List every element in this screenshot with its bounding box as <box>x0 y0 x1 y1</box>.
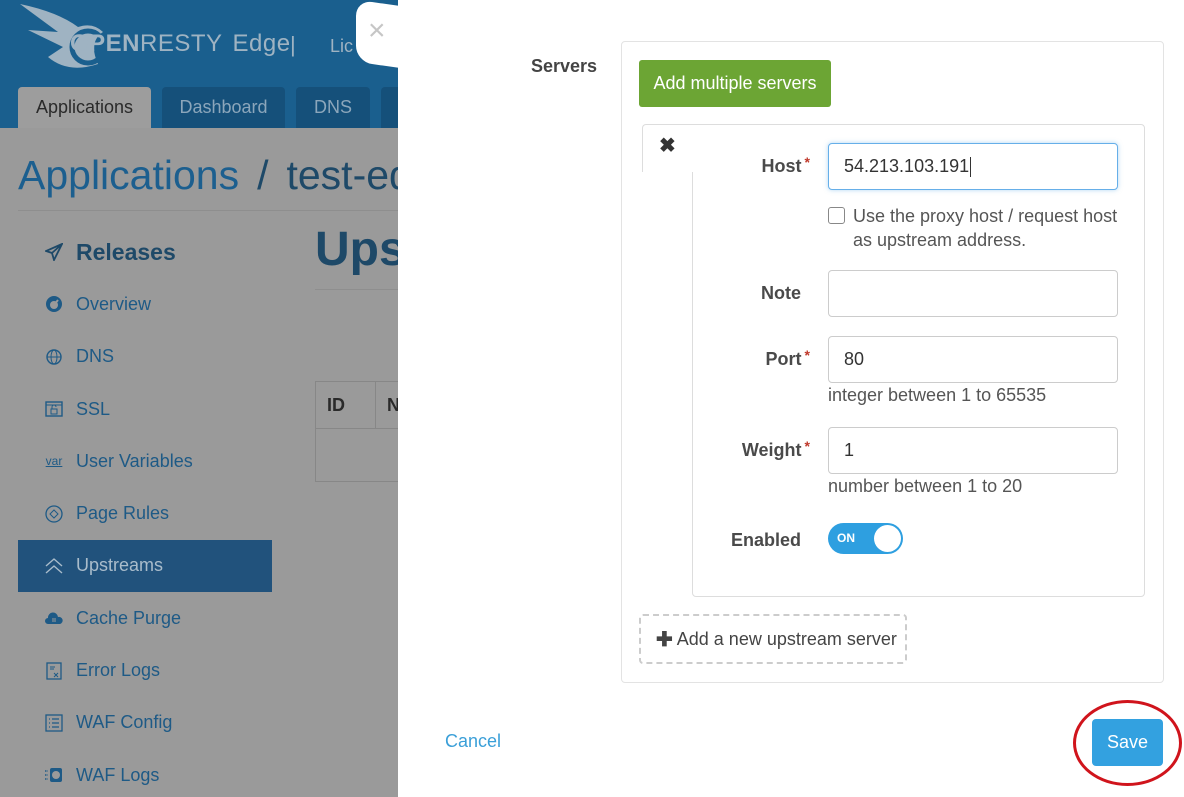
note-input[interactable] <box>828 270 1118 317</box>
enabled-label: Enabled <box>730 530 801 550</box>
sidebar-item-label: Upstreams <box>76 555 164 576</box>
divider <box>18 210 398 211</box>
host-input[interactable]: 54.213.103.191 <box>828 143 1118 190</box>
sidebar-item-waf-logs[interactable]: WAF Logs <box>18 749 272 797</box>
list-icon <box>44 713 64 733</box>
sidebar: Releases Overview DNS SSL var User Varia… <box>18 226 272 797</box>
divider <box>315 289 405 290</box>
plus-icon: ✚ <box>656 628 673 651</box>
remove-server-icon[interactable]: ✖ <box>659 136 676 156</box>
sidebar-item-label: DNS <box>76 346 115 367</box>
sidebar-item-waf-config[interactable]: WAF Config <box>18 697 272 749</box>
brand-name: OPENRESTY Edge <box>70 30 291 58</box>
port-help-text: integer between 1 to 65535 <box>828 385 1047 405</box>
weight-input-value: 1 <box>844 440 855 460</box>
host-label-text: Host <box>761 156 802 176</box>
brand-resty: RESTY <box>140 30 223 57</box>
waf-logs-icon <box>44 765 64 785</box>
upstreams-icon <box>44 556 64 576</box>
header-separator: | <box>290 32 296 57</box>
sidebar-item-ssl[interactable]: SSL <box>18 383 272 435</box>
cloud-icon <box>44 608 64 628</box>
tab-applications[interactable]: Applications <box>18 87 151 128</box>
add-multiple-servers-button[interactable]: Add multiple servers <box>639 60 831 107</box>
sidebar-item-label: Error Logs <box>76 660 161 681</box>
cancel-button[interactable]: Cancel <box>445 731 501 752</box>
enabled-toggle[interactable]: ON <box>828 523 903 554</box>
weight-label: Weight * <box>720 438 810 461</box>
port-input-value: 80 <box>844 349 865 369</box>
column-header-name[interactable]: N <box>376 382 400 428</box>
tab-dns[interactable]: DNS <box>296 87 370 128</box>
sidebar-item-label: Cache Purge <box>76 607 182 628</box>
column-header-id[interactable]: ID <box>316 382 376 428</box>
page-rules-icon <box>44 504 64 524</box>
weight-label-text: Weight <box>741 440 802 460</box>
gauge-icon <box>44 294 64 314</box>
tab-label: Dashboard <box>179 97 268 117</box>
highlight-circle-annotation <box>1073 700 1182 786</box>
sidebar-item-label: Overview <box>76 293 152 314</box>
servers-label: Servers <box>531 56 598 76</box>
dns-globe-icon <box>44 347 64 367</box>
sidebar-item-releases[interactable]: Releases <box>18 226 272 278</box>
var-icon: var <box>45 454 63 469</box>
sidebar-item-label: Releases <box>76 238 176 265</box>
sidebar-item-page-rules[interactable]: Page Rules <box>18 487 272 539</box>
add-upstream-server-button[interactable]: ✚ Add a new upstream server <box>639 614 907 664</box>
port-label: Port * <box>730 347 810 370</box>
toggle-state-label: ON <box>837 531 855 545</box>
tab-label: Applications <box>35 97 134 117</box>
sidebar-item-user-variables[interactable]: var User Variables <box>18 435 272 487</box>
sidebar-item-upstreams[interactable]: Upstreams <box>18 539 272 593</box>
ssl-lock-icon <box>44 399 64 419</box>
tab-dashboard[interactable]: Dashboard <box>162 87 285 128</box>
paper-plane-icon <box>44 242 64 262</box>
sidebar-item-label: User Variables <box>76 450 193 471</box>
breadcrumb-separator: / <box>257 152 269 198</box>
host-label: Host * <box>730 154 810 177</box>
text-caret <box>970 156 972 177</box>
breadcrumb-applications[interactable]: Applications <box>18 152 239 198</box>
license-link[interactable]: Lic <box>330 36 353 57</box>
sidebar-item-overview[interactable]: Overview <box>18 278 272 330</box>
sidebar-item-label: WAF Logs <box>76 764 160 785</box>
use-proxy-host-label[interactable]: Use the proxy host / request host as ups… <box>853 204 1123 252</box>
breadcrumb: Applications / test-ed <box>18 152 412 199</box>
use-proxy-host-checkbox[interactable] <box>828 207 845 224</box>
error-log-icon <box>44 661 64 681</box>
breadcrumb-current: test-ed <box>286 152 412 198</box>
add-upstream-server-label: Add a new upstream server <box>676 628 897 649</box>
host-input-value: 54.213.103.191 <box>844 156 970 176</box>
sidebar-item-dns[interactable]: DNS <box>18 331 272 383</box>
port-input[interactable]: 80 <box>828 336 1118 383</box>
page-title: Ups <box>315 223 406 276</box>
required-asterisk: * <box>804 438 810 454</box>
note-label: Note <box>761 283 801 303</box>
weight-help-text: number between 1 to 20 <box>828 476 1023 496</box>
required-asterisk: * <box>804 347 810 363</box>
table-header: ID N <box>316 382 404 429</box>
sidebar-item-label: WAF Config <box>76 712 173 733</box>
port-label-text: Port <box>765 349 802 369</box>
required-asterisk: * <box>804 154 810 170</box>
toggle-knob <box>874 525 901 552</box>
tab-label: DNS <box>313 97 352 117</box>
sidebar-item-label: Page Rules <box>76 503 170 524</box>
brand-open: OPEN <box>70 30 141 57</box>
brand-edge: Edge <box>232 30 291 57</box>
close-icon[interactable]: × <box>368 16 386 46</box>
sidebar-item-label: SSL <box>76 398 111 419</box>
weight-input[interactable]: 1 <box>828 427 1118 474</box>
sidebar-item-cache-purge[interactable]: Cache Purge <box>18 592 272 644</box>
use-proxy-host-option: Use the proxy host / request host as ups… <box>828 204 1128 252</box>
sidebar-item-error-logs[interactable]: Error Logs <box>18 644 272 696</box>
upstreams-table: ID N <box>315 381 405 482</box>
